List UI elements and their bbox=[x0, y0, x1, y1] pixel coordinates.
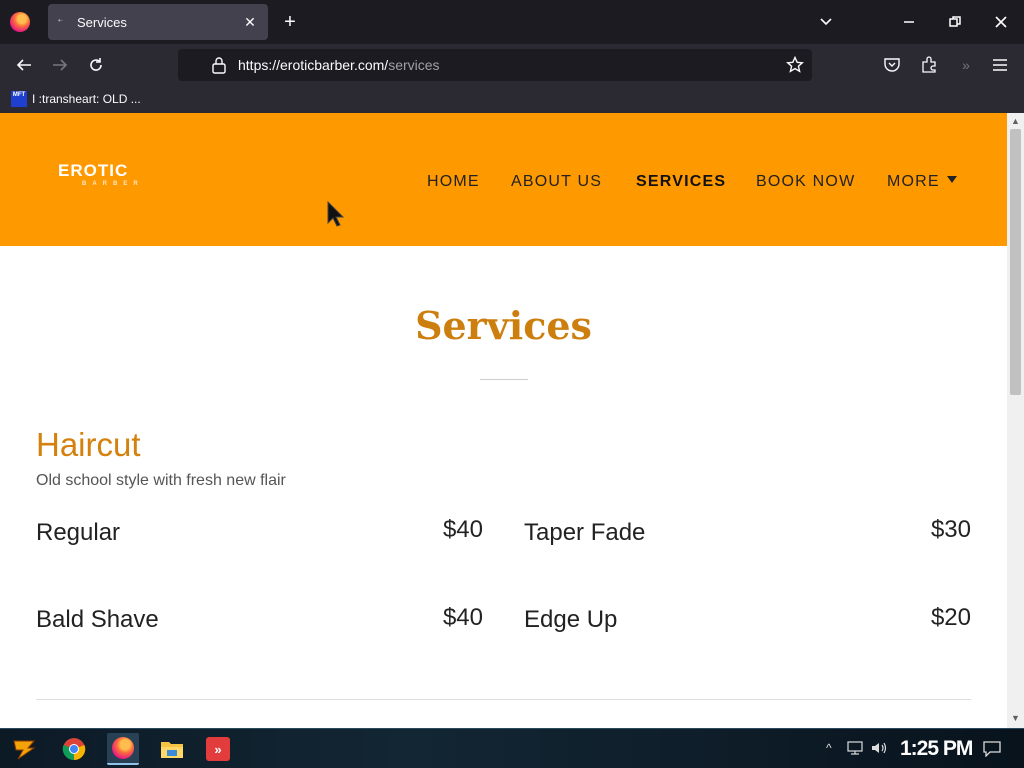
overflow-icon[interactable]: » bbox=[954, 53, 978, 77]
navigation-toolbar: https://eroticbarber.com/services » bbox=[0, 44, 1024, 86]
caret-down-icon bbox=[946, 176, 957, 183]
file-explorer-icon[interactable] bbox=[156, 733, 188, 765]
app-icon[interactable]: » bbox=[202, 733, 234, 765]
scroll-thumb[interactable] bbox=[1010, 129, 1021, 395]
bookmarks-toolbar: MFT I :transheart: OLD ... bbox=[0, 86, 1024, 113]
title-divider bbox=[480, 379, 528, 380]
service-price: $30 bbox=[930, 516, 971, 543]
bookmark-star-icon[interactable] bbox=[786, 55, 804, 79]
page-viewport: EROTIC BARBER HOME ABOUT US SERVICES BOO… bbox=[0, 113, 1007, 728]
menu-icon[interactable] bbox=[988, 53, 1012, 77]
logo-subtext: BARBER bbox=[82, 181, 144, 187]
tab-services[interactable]: •· Services ✕ bbox=[48, 4, 268, 40]
logo-text: EROTIC bbox=[58, 161, 129, 180]
taskbar: » ^ 1:25 PM bbox=[0, 728, 1024, 768]
network-icon[interactable] bbox=[847, 741, 863, 758]
nav-more-label: MORE bbox=[887, 173, 940, 190]
new-tab-icon[interactable]: + bbox=[280, 12, 300, 32]
extensions-icon[interactable] bbox=[917, 53, 941, 77]
url-domain: https://eroticbarber.com/ bbox=[238, 57, 389, 73]
notifications-icon[interactable] bbox=[983, 741, 1001, 760]
site-header: EROTIC BARBER HOME ABOUT US SERVICES BOO… bbox=[0, 113, 1007, 246]
reload-icon[interactable] bbox=[84, 53, 108, 77]
bookmark-favicon-icon: MFT bbox=[11, 91, 27, 107]
service-name: Edge Up bbox=[524, 606, 618, 633]
tray-chevron-icon[interactable]: ^ bbox=[826, 741, 832, 755]
chrome-icon[interactable] bbox=[58, 733, 90, 765]
tab-title: Services bbox=[77, 15, 127, 30]
service-price: $40 bbox=[442, 516, 483, 543]
site-logo[interactable]: EROTIC BARBER bbox=[58, 161, 148, 191]
bookmark-item[interactable]: I :transheart: OLD ... bbox=[32, 92, 141, 106]
url-path: services bbox=[388, 57, 440, 73]
firefox-taskbar-icon[interactable] bbox=[107, 733, 139, 765]
tab-favicon-icon: •· bbox=[58, 16, 64, 25]
section-title: Haircut bbox=[36, 426, 141, 463]
restore-icon[interactable] bbox=[932, 0, 978, 44]
nav-more[interactable]: MORE bbox=[887, 173, 957, 191]
tab-list-chevron-icon[interactable] bbox=[816, 12, 836, 32]
tab-strip: •· Services ✕ + bbox=[0, 0, 1024, 44]
tab-close-icon[interactable]: ✕ bbox=[240, 12, 260, 32]
nav-services[interactable]: SERVICES bbox=[636, 173, 726, 191]
url-bar[interactable]: https://eroticbarber.com/services bbox=[178, 49, 812, 81]
firefox-icon[interactable] bbox=[10, 12, 30, 32]
service-name: Bald Shave bbox=[36, 606, 159, 633]
taskbar-clock[interactable]: 1:25 PM bbox=[900, 737, 973, 761]
back-icon[interactable] bbox=[12, 53, 36, 77]
section-subtitle: Old school style with fresh new flair bbox=[36, 472, 286, 489]
volume-icon[interactable] bbox=[871, 741, 889, 758]
start-icon[interactable] bbox=[8, 733, 40, 765]
service-price: $20 bbox=[930, 604, 971, 631]
nav-about-us[interactable]: ABOUT US bbox=[511, 173, 602, 191]
mouse-cursor-icon bbox=[327, 201, 345, 227]
url-text[interactable]: https://eroticbarber.com/services bbox=[238, 57, 440, 73]
lock-icon[interactable] bbox=[211, 56, 227, 79]
page-scrollbar[interactable]: ▲ ▼ bbox=[1007, 113, 1024, 728]
service-name: Regular bbox=[36, 519, 121, 546]
minimize-icon[interactable] bbox=[886, 0, 932, 44]
forward-icon[interactable] bbox=[48, 53, 72, 77]
service-price: $40 bbox=[442, 604, 483, 631]
scroll-down-icon[interactable]: ▼ bbox=[1011, 714, 1020, 723]
close-window-icon[interactable] bbox=[978, 0, 1024, 44]
nav-home[interactable]: HOME bbox=[427, 173, 480, 191]
section-divider bbox=[36, 699, 971, 700]
service-name: Taper Fade bbox=[524, 519, 646, 546]
pocket-icon[interactable] bbox=[880, 53, 904, 77]
scroll-up-icon[interactable]: ▲ bbox=[1011, 117, 1020, 126]
nav-book-now[interactable]: BOOK NOW bbox=[756, 173, 855, 191]
page-title: Services bbox=[415, 303, 592, 348]
